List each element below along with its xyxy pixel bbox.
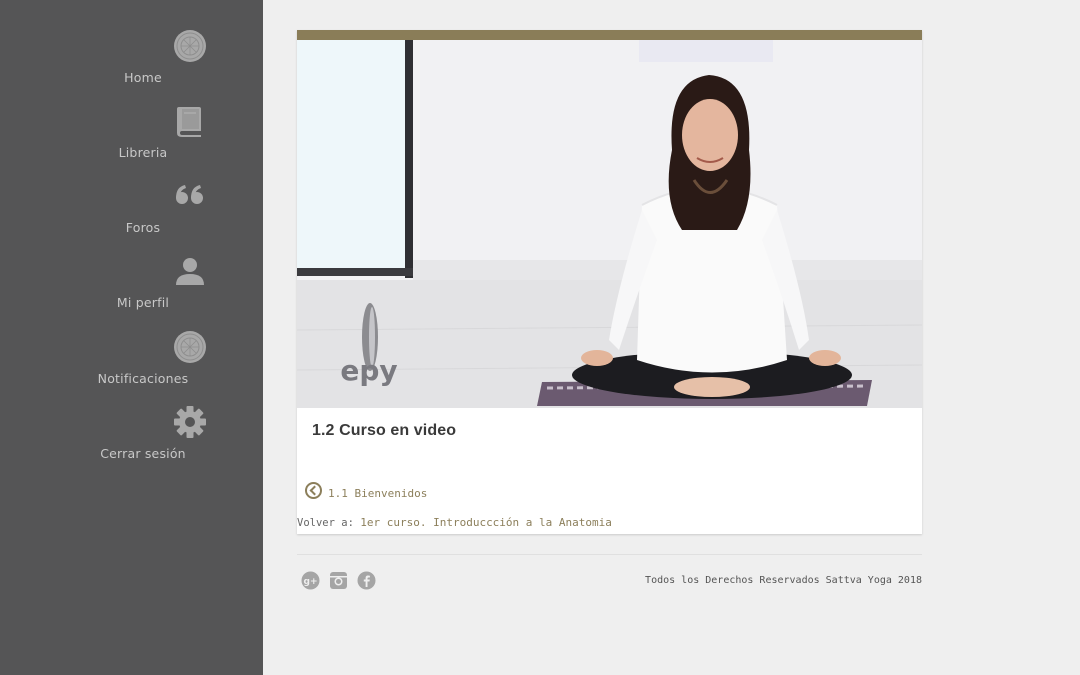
quote-icon bbox=[170, 176, 210, 216]
nav-notificaciones[interactable]: Notificaciones bbox=[0, 327, 263, 397]
back-prefix: Volver a: bbox=[297, 517, 354, 529]
card-accent-bar bbox=[297, 30, 922, 40]
user-icon bbox=[170, 251, 210, 291]
nav-foros[interactable]: Foros bbox=[0, 176, 263, 246]
instagram-icon[interactable] bbox=[329, 571, 348, 590]
video-player[interactable]: epy bbox=[297, 40, 922, 408]
prev-lesson-link[interactable]: 1.1 Bienvenidos bbox=[305, 479, 427, 501]
back-course-link[interactable]: 1er curso. Introduccción a la Anatomia bbox=[360, 516, 612, 529]
gear-icon bbox=[170, 402, 210, 442]
nav-cerrar-sesion-label: Cerrar sesión bbox=[100, 446, 186, 461]
nav-home[interactable]: Home bbox=[0, 26, 263, 96]
sidebar: Home Libreria Foros Mi perfil Notificaci… bbox=[0, 0, 263, 675]
facebook-icon[interactable] bbox=[357, 571, 376, 590]
nav-foros-label: Foros bbox=[125, 220, 161, 235]
footer-divider bbox=[297, 554, 922, 555]
back-to-course: Volver a: 1er curso. Introduccción a la … bbox=[297, 516, 612, 529]
nav-mi-perfil-label: Mi perfil bbox=[116, 295, 170, 310]
google-plus-icon[interactable]: g+ bbox=[301, 571, 320, 590]
lesson-title: 1.2 Curso en video bbox=[312, 422, 457, 439]
svg-text:g+: g+ bbox=[304, 577, 318, 587]
book-icon bbox=[170, 101, 210, 141]
lesson-card: epy 1.2 Curso en video 1.1 Bienvenidos V… bbox=[297, 30, 922, 534]
copyright-text: Todos los Derechos Reservados Sattva Yog… bbox=[645, 575, 922, 586]
video-watermark: epy bbox=[340, 354, 397, 387]
nav-libreria[interactable]: Libreria bbox=[0, 101, 263, 171]
nav-libreria-label: Libreria bbox=[118, 145, 168, 160]
emblem-icon bbox=[170, 26, 210, 66]
emblem-icon bbox=[170, 327, 210, 367]
nav-mi-perfil[interactable]: Mi perfil bbox=[0, 251, 263, 321]
prev-lesson-label: 1.1 Bienvenidos bbox=[328, 486, 428, 500]
video-frame: epy bbox=[297, 40, 922, 408]
nav-cerrar-sesion[interactable]: Cerrar sesión bbox=[0, 402, 263, 472]
nav-notificaciones-label: Notificaciones bbox=[97, 371, 189, 386]
nav-home-label: Home bbox=[124, 70, 162, 85]
chevron-left-circle-icon bbox=[305, 481, 322, 499]
